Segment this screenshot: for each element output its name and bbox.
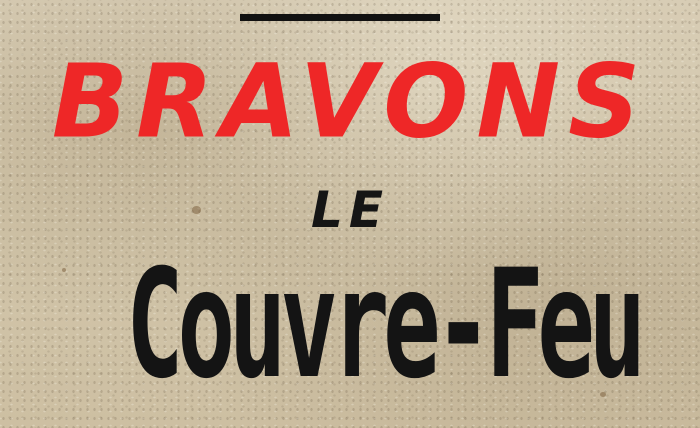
- headline-couvre-feu: Couvre-Feu: [126, 238, 646, 412]
- headline-le: LE: [310, 181, 389, 239]
- poster: BRAVONS LE Couvre-Feu: [0, 0, 700, 428]
- paper-stain: [62, 268, 66, 272]
- top-rule: [240, 14, 440, 21]
- headline-bravons: BRAVONS: [51, 41, 649, 162]
